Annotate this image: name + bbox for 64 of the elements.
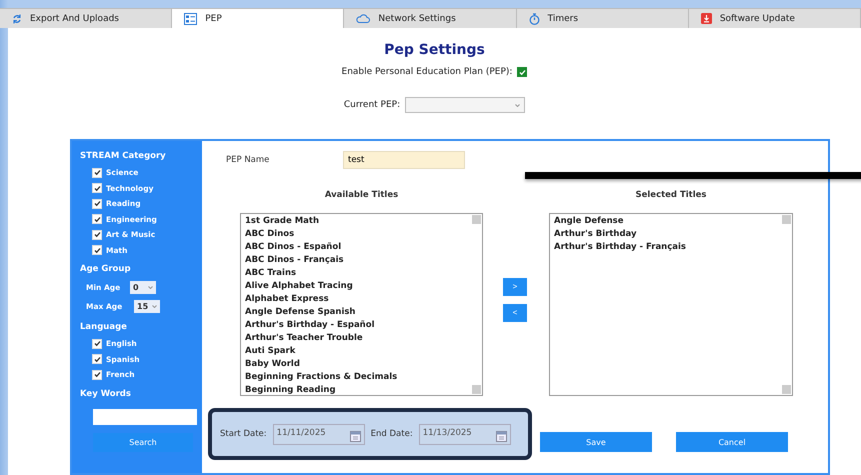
list-item[interactable]: Arthur's Birthday - Français: [554, 241, 686, 254]
cloud-icon: [356, 14, 370, 23]
list-item[interactable]: Arthur's Birthday - Español: [245, 319, 374, 332]
calendar-icon[interactable]: [496, 430, 507, 442]
sidebar-heading: Key Words: [80, 388, 132, 398]
list-item[interactable]: Alphabet Express: [245, 293, 329, 306]
age-select[interactable]: 15: [134, 300, 160, 313]
end-date-field[interactable]: 11/13/2025: [418, 424, 511, 444]
pep-name-field[interactable]: test: [343, 151, 465, 169]
checkbox[interactable]: [92, 245, 102, 256]
list-item[interactable]: Beginning Fractions & Decimals: [245, 371, 398, 384]
keywords-field[interactable]: [93, 408, 197, 424]
list-item[interactable]: Alive Alphabet Tracing: [245, 280, 353, 293]
checkbox[interactable]: [92, 230, 102, 240]
end-date-label: End Date:: [370, 429, 413, 439]
sidebar-heading: Age Group: [80, 264, 132, 274]
list-icon: [184, 12, 198, 24]
list-item[interactable]: 1st Grade Math: [245, 215, 320, 228]
enable-pep-checkbox[interactable]: [517, 67, 528, 77]
checkbox[interactable]: [92, 370, 102, 380]
download-icon: [700, 13, 712, 24]
sidebar-heading: Language: [80, 322, 128, 332]
start-date-label: Start Date:: [220, 429, 267, 439]
list-item[interactable]: ABC Dinos - Français: [245, 254, 344, 267]
list-item[interactable]: Auti Spark: [245, 345, 296, 358]
tab[interactable]: Timers: [516, 8, 689, 28]
column-heading: Available Titles: [324, 190, 400, 200]
selected-titles-list[interactable]: Angle Defense Arthur's Birthday Arthur's Birthday - Français: [549, 213, 793, 396]
list-item[interactable]: Baby World: [245, 358, 300, 371]
pep-name-label: PEP Name: [226, 155, 270, 165]
tab[interactable]: PEP: [172, 8, 344, 28]
tab[interactable]: Network Settings: [344, 8, 517, 28]
checkbox[interactable]: [92, 183, 102, 194]
list-item[interactable]: Arthur's Birthday: [554, 228, 637, 241]
list-item[interactable]: Arthur's Teacher Trouble: [245, 332, 363, 345]
checkbox[interactable]: [92, 168, 102, 178]
list-item[interactable]: ABC Dinos: [245, 228, 294, 241]
sidebar-heading: STREAM Category: [80, 151, 167, 161]
checkbox[interactable]: [92, 338, 102, 349]
calendar-icon[interactable]: [350, 430, 361, 442]
refresh-icon: [12, 14, 22, 24]
list-item[interactable]: ABC Trains: [245, 267, 296, 280]
current-pep-label: Current PEP:: [344, 100, 400, 110]
checkbox[interactable]: [92, 354, 102, 364]
scrollbar[interactable]: [782, 215, 791, 394]
start-date-field[interactable]: 11/11/2025: [272, 424, 365, 444]
list-item[interactable]: ABC Dinos - Español: [245, 241, 342, 254]
tab[interactable]: Export And Uploads: [0, 8, 172, 28]
age-select[interactable]: 0: [130, 281, 156, 294]
caret-icon: [148, 286, 153, 289]
list-item[interactable]: Beginning Reading: [245, 384, 336, 395]
caret-icon: [152, 305, 157, 308]
checkbox[interactable]: [92, 214, 102, 224]
list-item[interactable]: Angle Defense: [554, 215, 624, 228]
available-titles-list[interactable]: [240, 213, 483, 396]
stopwatch-icon: [528, 12, 540, 24]
scrollbar[interactable]: [472, 215, 481, 394]
list-item[interactable]: Angle Defense Spanish: [245, 306, 356, 319]
tab[interactable]: Software Update: [688, 8, 861, 28]
enable-pep-label: Enable Personal Education Plan (PEP):: [342, 67, 512, 77]
caret-icon: [515, 104, 520, 106]
column-heading: Selected Titles: [634, 190, 708, 200]
page-title: Pep Settings: [384, 42, 485, 58]
checkbox[interactable]: [92, 198, 102, 209]
